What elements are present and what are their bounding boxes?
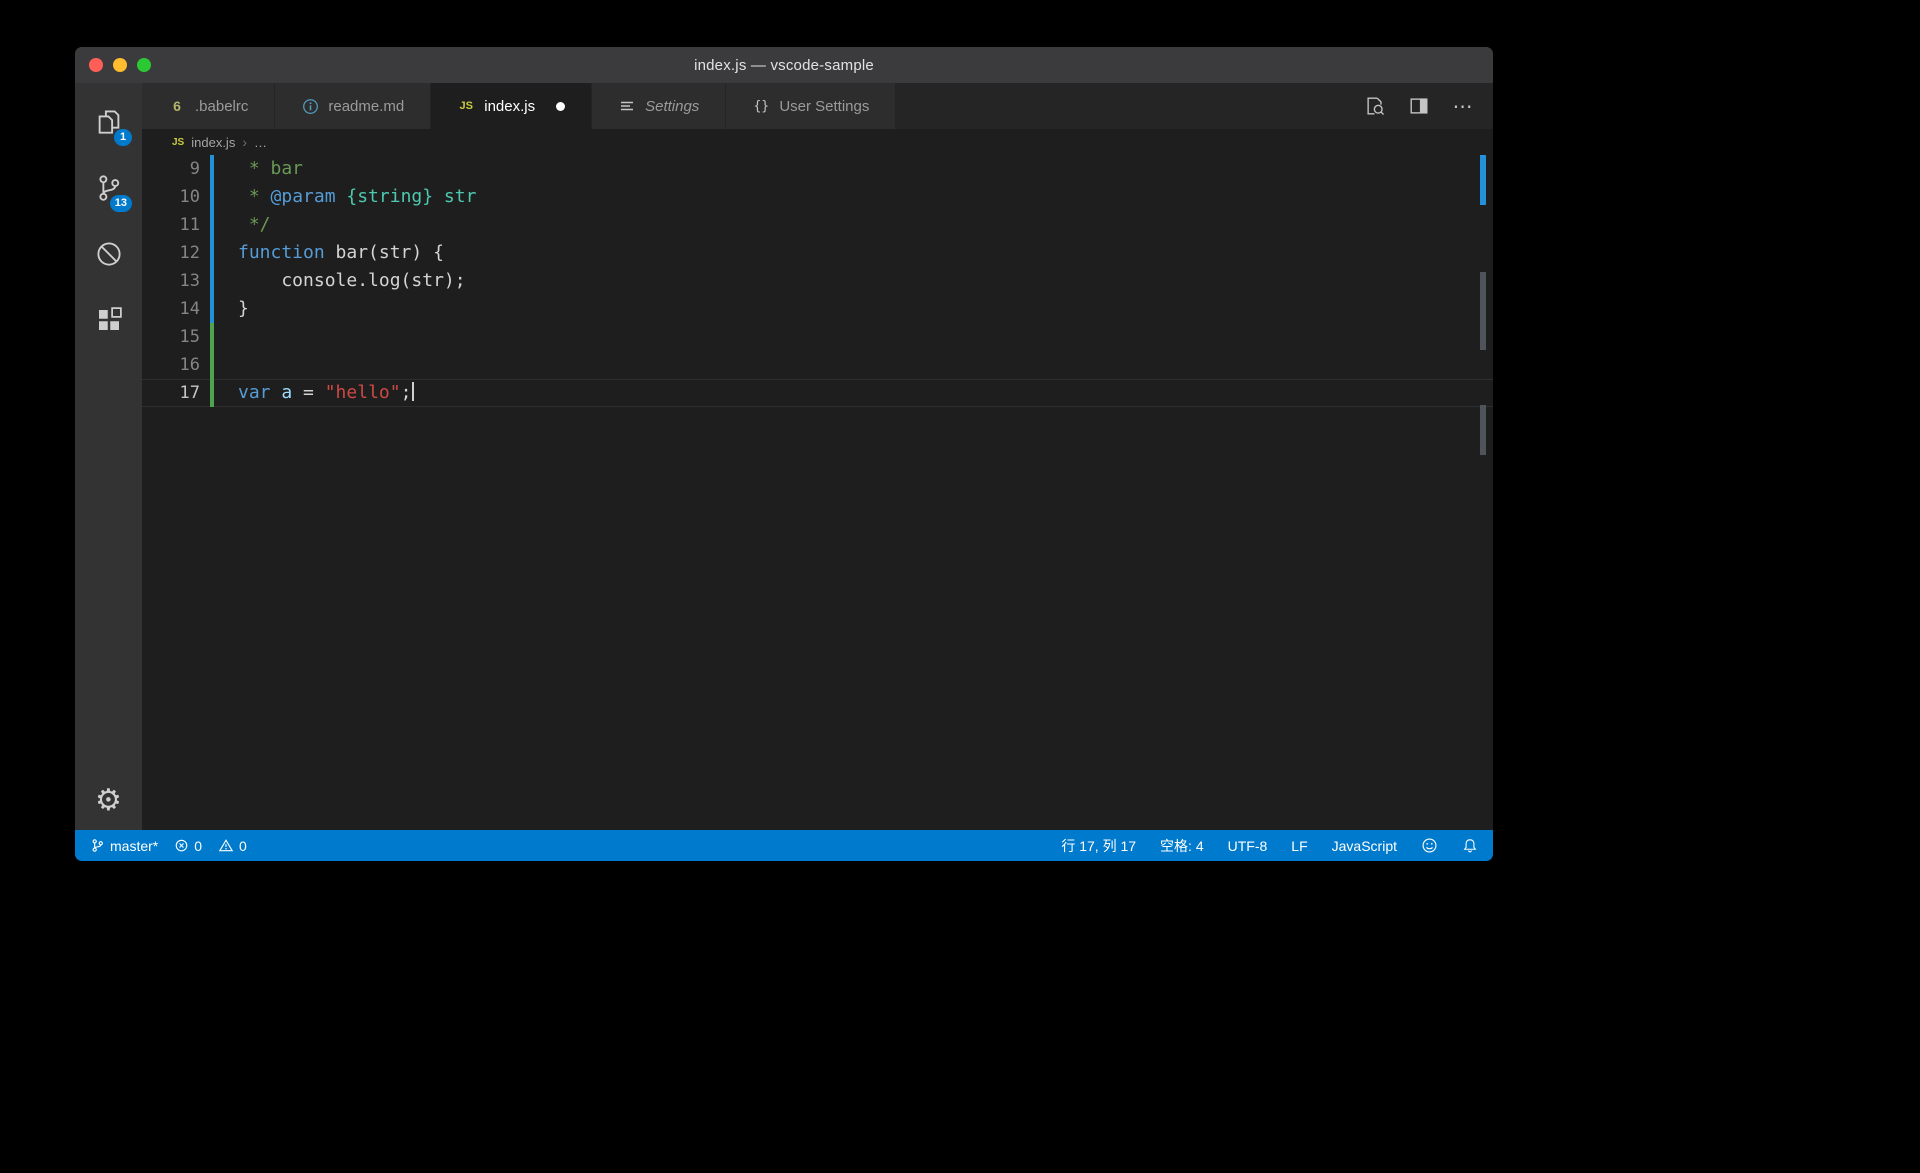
git-branch-indicator[interactable]: master* (90, 838, 158, 854)
breadcrumb-file[interactable]: index.js (191, 135, 235, 150)
code-text: function bar(str) { (214, 239, 444, 267)
minimize-window-button[interactable] (113, 58, 127, 72)
encoding-indicator[interactable]: UTF-8 (1228, 838, 1268, 854)
status-bar: master* 0 0 (75, 830, 1493, 861)
eol-indicator[interactable]: LF (1291, 838, 1307, 854)
branch-name: master* (110, 838, 158, 854)
code-text: console.log(str); (214, 267, 466, 295)
line-number[interactable]: 10 (142, 183, 200, 211)
notifications-bell-icon[interactable] (1462, 837, 1478, 854)
manage-button[interactable]: ⚙ (75, 770, 142, 830)
explorer-button[interactable]: 1 (75, 91, 142, 157)
gear-icon: ⚙ (95, 783, 122, 818)
braces-icon: {} (752, 99, 770, 114)
code-line[interactable]: 14} (142, 295, 1493, 323)
git-branch-icon (90, 838, 105, 853)
tab-indexjs[interactable]: JS index.js (431, 83, 592, 129)
line-number[interactable]: 9 (142, 155, 200, 183)
error-indicator[interactable]: 0 (174, 838, 202, 854)
warning-icon (218, 838, 234, 853)
extensions-button[interactable] (75, 289, 142, 355)
explorer-badge: 1 (114, 129, 132, 146)
close-window-button[interactable] (89, 58, 103, 72)
line-number[interactable]: 14 (142, 295, 200, 323)
code-line[interactable]: 9 * bar (142, 155, 1493, 183)
tab-label: index.js (484, 98, 535, 115)
more-actions-icon[interactable]: ⋯ (1445, 90, 1481, 122)
tab-user-settings[interactable]: {} User Settings (726, 83, 896, 129)
source-control-button[interactable]: 13 (75, 157, 142, 223)
tab-babelrc[interactable]: 6 .babelrc (142, 83, 275, 129)
tab-bar: 6 .babelrc readme.md (142, 83, 1493, 129)
code-text (214, 323, 238, 351)
code-text: } (214, 295, 249, 323)
tab-readme[interactable]: readme.md (275, 83, 431, 129)
code-line[interactable]: 13 console.log(str); (142, 267, 1493, 295)
breadcrumb: JS index.js › … (142, 129, 1493, 155)
vscode-window: index.js — vscode-sample 1 (75, 47, 1493, 861)
titlebar[interactable]: index.js — vscode-sample (75, 47, 1493, 83)
code-text: */ (214, 211, 271, 239)
tab-label: User Settings (779, 98, 869, 115)
indentation-indicator[interactable]: 空格: 4 (1160, 836, 1204, 856)
tab-settings[interactable]: Settings (592, 83, 726, 129)
js-icon: JS (457, 100, 475, 112)
code-text: * @param {string} str (214, 183, 476, 211)
line-number[interactable]: 17 (142, 379, 200, 407)
code-text: * bar (214, 155, 303, 183)
warning-count: 0 (239, 838, 247, 854)
line-number[interactable]: 11 (142, 211, 200, 239)
breadcrumb-symbol[interactable]: … (254, 135, 267, 150)
overview-mark (1480, 272, 1486, 350)
code-line[interactable]: 11 */ (142, 211, 1493, 239)
cursor-position-indicator[interactable]: 行 17, 列 17 (1061, 836, 1136, 856)
tab-label: readme.md (328, 98, 404, 115)
warning-indicator[interactable]: 0 (218, 838, 247, 854)
code-text (214, 351, 238, 379)
error-count: 0 (194, 838, 202, 854)
line-number[interactable]: 12 (142, 239, 200, 267)
code-line[interactable]: 10 * @param {string} str (142, 183, 1493, 211)
code-text: var a = "hello"; (214, 379, 414, 407)
open-changes-icon[interactable] (1357, 90, 1393, 122)
tab-label: Settings (645, 98, 699, 115)
line-number[interactable]: 15 (142, 323, 200, 351)
language-indicator[interactable]: JavaScript (1332, 838, 1397, 854)
activity-bar: 1 13 (75, 83, 142, 830)
babel-icon: 6 (168, 98, 186, 114)
source-control-badge: 13 (110, 195, 132, 212)
info-icon (301, 98, 319, 115)
editor-actions: ⋯ (1357, 83, 1493, 129)
settings-sliders-icon (618, 98, 636, 114)
code-line[interactable]: 15 (142, 323, 1493, 351)
js-icon: JS (172, 137, 184, 148)
line-number[interactable]: 13 (142, 267, 200, 295)
debug-button[interactable] (75, 223, 142, 289)
editor[interactable]: 9 * bar10 * @param {string} str11 */12fu… (142, 155, 1493, 830)
code-lines: 9 * bar10 * @param {string} str11 */12fu… (142, 155, 1493, 407)
overview-modified-mark (1480, 155, 1486, 205)
error-icon (174, 838, 189, 853)
overview-ruler-scrollbar[interactable] (1479, 155, 1493, 830)
text-cursor (412, 382, 414, 401)
line-number[interactable]: 16 (142, 351, 200, 379)
code-line[interactable]: 12 function bar(str) { (142, 239, 1493, 267)
split-editor-icon[interactable] (1401, 90, 1437, 122)
extensions-icon (94, 305, 124, 340)
window-title: index.js — vscode-sample (694, 57, 874, 74)
chevron-right-icon: › (242, 134, 247, 150)
traffic-lights (89, 47, 151, 83)
debug-icon (94, 239, 124, 274)
zoom-window-button[interactable] (137, 58, 151, 72)
code-line[interactable]: 16 (142, 351, 1493, 379)
code-line[interactable]: 17 var a = "hello"; (142, 379, 1493, 407)
overview-mark (1480, 405, 1486, 455)
tab-label: .babelrc (195, 98, 248, 115)
modified-indicator-dot[interactable] (556, 102, 565, 111)
feedback-smiley-icon[interactable] (1421, 837, 1438, 854)
